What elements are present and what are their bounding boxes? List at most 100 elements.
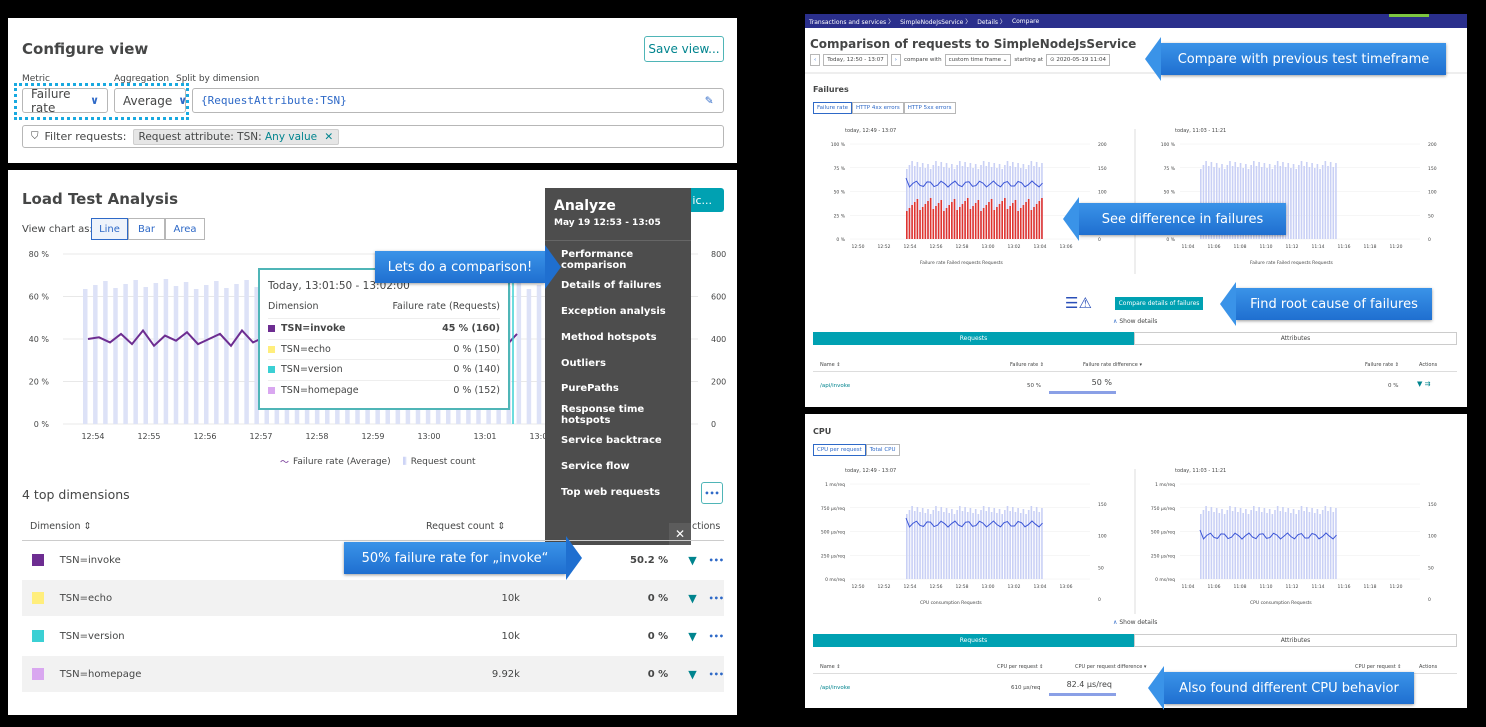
cpu-charts: today, 12:49 - 13:07 1 ms/req 750 µs/req 50… [821,468,1437,614]
tab-attributes[interactable]: Attributes [1134,332,1457,345]
failed-bar [916,199,919,239]
tab-requests[interactable]: Requests [813,634,1134,647]
more-icon[interactable]: ••• [709,670,724,679]
more-icon[interactable]: ••• [709,556,724,565]
tab-bar[interactable]: Bar [128,218,165,240]
filter-icon[interactable]: ▼ [1417,380,1422,388]
chart-icon[interactable]: ⇉ [1425,380,1431,388]
analyze-menu-item[interactable]: Method hotspots [545,324,691,350]
request-bar [1258,507,1260,579]
failure-list-icon: ☰⚠ [1065,294,1092,312]
y-right-tick-label: 0 [1428,237,1431,243]
analyze-menu-item[interactable]: Performance comparison [545,247,691,273]
th-name[interactable]: Name ⇕ [820,362,841,368]
request-bar [911,506,913,579]
metric-line [905,517,1043,528]
table-row[interactable]: TSN=homepage 9.92k 0 % ▼ ••• [22,656,724,692]
tab-requests[interactable]: Requests [813,332,1134,345]
tab-http-4xx[interactable]: HTTP 4xx errors [852,102,904,114]
y-right-tick-label: 0 [1428,597,1431,603]
request-bar [1012,507,1014,579]
table-row[interactable]: TSN=echo 10k 0 % ▼ ••• [22,580,724,616]
save-view-button[interactable]: Save view... [644,36,724,62]
analyze-menu-item[interactable]: Service backtrace [545,428,691,454]
filter-chip[interactable]: Request attribute: TSN: Any value ✕ [132,128,340,145]
th-failure-rate[interactable]: Failure rate ⇕ [1010,362,1044,368]
tab-http-5xx[interactable]: HTTP 5xx errors [903,102,956,114]
th-cpu-diff[interactable]: CPU per request difference ▾ [1075,664,1146,670]
analyze-menu-item[interactable]: Exception analysis [545,299,691,325]
tab-area[interactable]: Area [165,218,205,240]
filter-bar[interactable]: ⛉ Filter requests: Request attribute: TS… [22,125,724,148]
tab-attributes[interactable]: Attributes [1134,634,1457,647]
request-bar [1239,508,1242,579]
request-count: 10k [501,592,520,604]
chevron-down-icon: ∨ [178,94,188,107]
tab-total-cpu[interactable]: Total CPU [865,444,900,456]
analyze-menu-item[interactable]: Outliers [545,350,691,376]
chevron-right-icon[interactable]: › [890,54,901,66]
request-bar [1022,509,1025,579]
failed-bar [937,203,940,239]
breadcrumb-item[interactable]: Compare [1012,18,1039,25]
tab-cpu-per-request[interactable]: CPU per request [813,444,866,456]
more-actions-button[interactable]: ••• [701,482,723,504]
th-cpu-2[interactable]: CPU per request ⇕ [1355,664,1401,670]
failed-bar [1001,201,1003,239]
filter-icon[interactable]: ▼ [688,668,696,681]
failures-title: Failures [813,85,849,94]
request-bar [953,514,956,579]
tab-line[interactable]: Line [91,218,128,240]
request-bar [940,507,943,579]
filter-icon[interactable]: ▼ [688,630,696,643]
split-dimension-input[interactable]: {RequestAttribute:TSN} ✎ [192,88,724,113]
table-row[interactable]: TSN=version 10k 0 % ▼ ••• [22,618,724,654]
request-bar [163,279,169,424]
more-icon[interactable]: ••• [709,632,724,641]
filter-icon[interactable]: ▼ [688,554,696,567]
row-name-link[interactable]: /api/invoke [820,383,850,389]
th-failure-rate-2[interactable]: Failure rate ⇕ [1365,362,1399,368]
col-dimension[interactable]: Dimension ⇕ [30,521,91,532]
filter-icon[interactable]: ▼ [688,592,696,605]
breadcrumb-item[interactable]: Details 〉 [977,17,1006,26]
analyze-menu-item[interactable]: Service flow [545,453,691,479]
row-actions[interactable]: ▼ ⇉ [1417,380,1431,388]
request-bar [982,506,985,579]
col-request-count[interactable]: Request count ⇕ [426,521,505,532]
close-icon[interactable]: ✕ [324,131,333,143]
request-bar [1319,169,1321,239]
show-details-toggle[interactable]: ∧ Show details [1113,619,1157,626]
configure-view-panel: Configure view Save view... Metric Aggre… [8,18,737,163]
analyze-menu-item[interactable]: Top web requests [545,479,691,505]
timeframe-selector[interactable]: Today, 12:50 - 13:07 [823,54,888,66]
comparison-title: Comparison of requests to SimpleNodeJsSe… [810,37,1137,51]
custom-timeframe-select[interactable]: custom time frame ⌄ [944,54,1012,66]
th-cpu[interactable]: CPU per request ⇕ [997,664,1043,670]
dimension-name: TSN=homepage [59,668,142,680]
y-tick-label: 250 µs/req [1151,553,1175,559]
th-failure-rate-diff[interactable]: Failure rate difference ▾ [1083,362,1142,368]
y-tick-label: 250 µs/req [821,553,845,559]
analyze-menu-item[interactable]: Details of failures [545,273,691,299]
request-bar [1306,507,1308,579]
y-right-tick-label: 0 [1098,597,1101,603]
th-name[interactable]: Name ⇕ [820,664,841,670]
pencil-icon[interactable]: ✎ [705,93,713,108]
x-tick-label: 12:58 [956,584,969,590]
tab-failure-rate[interactable]: Failure rate [813,102,853,114]
aggregation-select[interactable]: Average ∨ [114,88,188,113]
metric-select[interactable]: Failure rate ∨ [22,87,108,115]
analyze-menu-item[interactable]: Response time hotspots [545,402,691,428]
request-bar [244,280,249,424]
request-bar [1308,512,1311,579]
compare-details-button[interactable]: Compare details of failures [1115,297,1203,310]
start-date-input[interactable]: ⊙ 2020-05-19 11:04 [1046,54,1110,66]
breadcrumb-item[interactable]: SimpleNodeJsService 〉 [900,17,971,26]
chevron-left-icon[interactable]: ‹ [810,54,821,66]
row-name-link[interactable]: /api/invoke [820,685,850,691]
breadcrumb-item[interactable]: Transactions and services 〉 [809,17,894,26]
more-icon[interactable]: ••• [709,594,724,603]
show-details-toggle[interactable]: ∧ Show details [1113,318,1157,325]
analyze-menu-item[interactable]: PurePaths [545,376,691,402]
